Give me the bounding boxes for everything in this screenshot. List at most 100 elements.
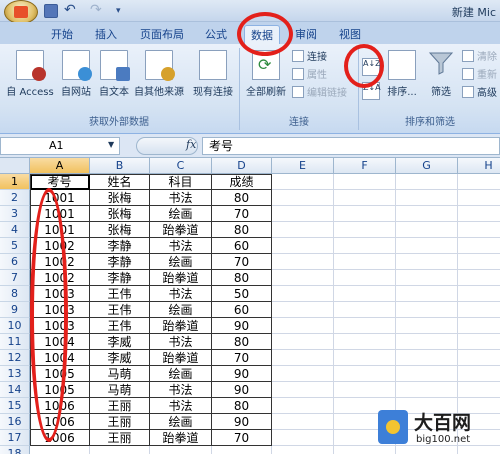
row-header[interactable]: 5	[0, 238, 30, 254]
table-cell[interactable]: 绘画	[150, 302, 212, 318]
empty-cell[interactable]	[458, 222, 500, 238]
empty-cell[interactable]	[334, 190, 396, 206]
empty-cell[interactable]	[334, 334, 396, 350]
table-cell[interactable]: 书法	[150, 238, 212, 254]
table-cell[interactable]: 跆拳道	[150, 350, 212, 366]
row-header[interactable]: 10	[0, 318, 30, 334]
empty-cell[interactable]	[334, 206, 396, 222]
table-cell[interactable]: 90	[212, 366, 272, 382]
name-box[interactable]: A1	[0, 137, 120, 155]
from-other-sources-button[interactable]: 自其他来源	[132, 48, 186, 110]
empty-cell[interactable]	[272, 254, 334, 270]
empty-cell[interactable]	[334, 270, 396, 286]
row-header[interactable]: 9	[0, 302, 30, 318]
empty-cell[interactable]	[272, 174, 334, 190]
redo-icon[interactable]: ↷	[90, 3, 104, 18]
column-header-g[interactable]: G	[396, 158, 458, 174]
empty-cell[interactable]	[396, 350, 458, 366]
empty-cell[interactable]	[458, 366, 500, 382]
sort-button[interactable]: 排序...	[382, 48, 422, 110]
customize-quick-access-icon[interactable]: ▾	[116, 4, 130, 18]
empty-cell[interactable]	[272, 238, 334, 254]
table-cell[interactable]: 书法	[150, 382, 212, 398]
table-cell[interactable]: 60	[212, 238, 272, 254]
table-cell[interactable]: 60	[212, 302, 272, 318]
table-cell[interactable]: 李威	[90, 334, 150, 350]
properties-button[interactable]: 属性	[292, 68, 327, 84]
row-header[interactable]: 7	[0, 270, 30, 286]
header-cell[interactable]: 科目	[150, 174, 212, 190]
tab-insert[interactable]: 插入	[90, 25, 122, 44]
table-cell[interactable]: 80	[212, 190, 272, 206]
empty-cell[interactable]	[396, 334, 458, 350]
table-cell[interactable]: 80	[212, 398, 272, 414]
empty-cell[interactable]	[396, 238, 458, 254]
empty-cell[interactable]	[334, 366, 396, 382]
empty-cell[interactable]	[396, 382, 458, 398]
empty-cell[interactable]	[458, 350, 500, 366]
table-cell[interactable]: 绘画	[150, 414, 212, 430]
table-cell[interactable]: 张梅	[90, 206, 150, 222]
row-header[interactable]: 14	[0, 382, 30, 398]
table-cell[interactable]: 王伟	[90, 318, 150, 334]
table-cell[interactable]: 书法	[150, 286, 212, 302]
empty-cell[interactable]	[272, 318, 334, 334]
table-cell[interactable]: 王丽	[90, 398, 150, 414]
row-header[interactable]: 18	[0, 446, 30, 454]
table-cell[interactable]: 绘画	[150, 254, 212, 270]
tab-review[interactable]: 审阅	[290, 25, 322, 44]
empty-cell[interactable]	[334, 302, 396, 318]
undo-icon[interactable]: ↶	[64, 3, 78, 18]
table-cell[interactable]: 李静	[90, 270, 150, 286]
column-header-b[interactable]: B	[90, 158, 150, 174]
empty-cell[interactable]	[458, 302, 500, 318]
empty-cell[interactable]	[272, 206, 334, 222]
table-cell[interactable]: 70	[212, 254, 272, 270]
table-cell[interactable]: 张梅	[90, 222, 150, 238]
table-cell[interactable]: 90	[212, 318, 272, 334]
empty-cell[interactable]	[396, 286, 458, 302]
advanced-filter-button[interactable]: 高级	[462, 86, 497, 102]
empty-cell[interactable]	[458, 206, 500, 222]
row-header[interactable]: 3	[0, 206, 30, 222]
empty-cell[interactable]	[458, 318, 500, 334]
row-header[interactable]: 13	[0, 366, 30, 382]
empty-cell[interactable]	[272, 446, 334, 454]
table-cell[interactable]: 张梅	[90, 190, 150, 206]
column-header-h[interactable]: H	[458, 158, 500, 174]
tab-page-layout[interactable]: 页面布局	[134, 25, 190, 44]
row-header[interactable]: 12	[0, 350, 30, 366]
clear-filter-button[interactable]: 清除	[462, 50, 497, 66]
header-cell[interactable]: 成绩	[212, 174, 272, 190]
empty-cell[interactable]	[212, 446, 272, 454]
from-access-button[interactable]: 自 Access	[4, 48, 56, 110]
empty-cell[interactable]	[334, 174, 396, 190]
empty-cell[interactable]	[396, 190, 458, 206]
column-header-d[interactable]: D	[212, 158, 272, 174]
row-header[interactable]: 15	[0, 398, 30, 414]
table-cell[interactable]: 马萌	[90, 382, 150, 398]
empty-cell[interactable]	[272, 350, 334, 366]
table-cell[interactable]: 70	[212, 430, 272, 446]
empty-cell[interactable]	[272, 286, 334, 302]
table-cell[interactable]: 王丽	[90, 430, 150, 446]
table-cell[interactable]: 书法	[150, 398, 212, 414]
empty-cell[interactable]	[458, 382, 500, 398]
table-cell[interactable]: 书法	[150, 190, 212, 206]
empty-cell[interactable]	[30, 446, 90, 454]
empty-cell[interactable]	[458, 286, 500, 302]
existing-connections-button[interactable]: 现有连接	[190, 48, 236, 110]
column-header-a[interactable]: A	[30, 158, 90, 174]
row-header[interactable]: 1	[0, 174, 30, 190]
edit-links-button[interactable]: 编辑链接	[292, 86, 347, 102]
chevron-down-icon[interactable]: ▼	[108, 140, 114, 149]
table-cell[interactable]: 李威	[90, 350, 150, 366]
empty-cell[interactable]	[334, 350, 396, 366]
from-web-button[interactable]: 自网站	[58, 48, 94, 110]
table-cell[interactable]: 70	[212, 350, 272, 366]
table-cell[interactable]: 50	[212, 286, 272, 302]
table-cell[interactable]: 马萌	[90, 366, 150, 382]
reapply-button[interactable]: 重新	[462, 68, 497, 84]
empty-cell[interactable]	[150, 446, 212, 454]
empty-cell[interactable]	[272, 414, 334, 430]
